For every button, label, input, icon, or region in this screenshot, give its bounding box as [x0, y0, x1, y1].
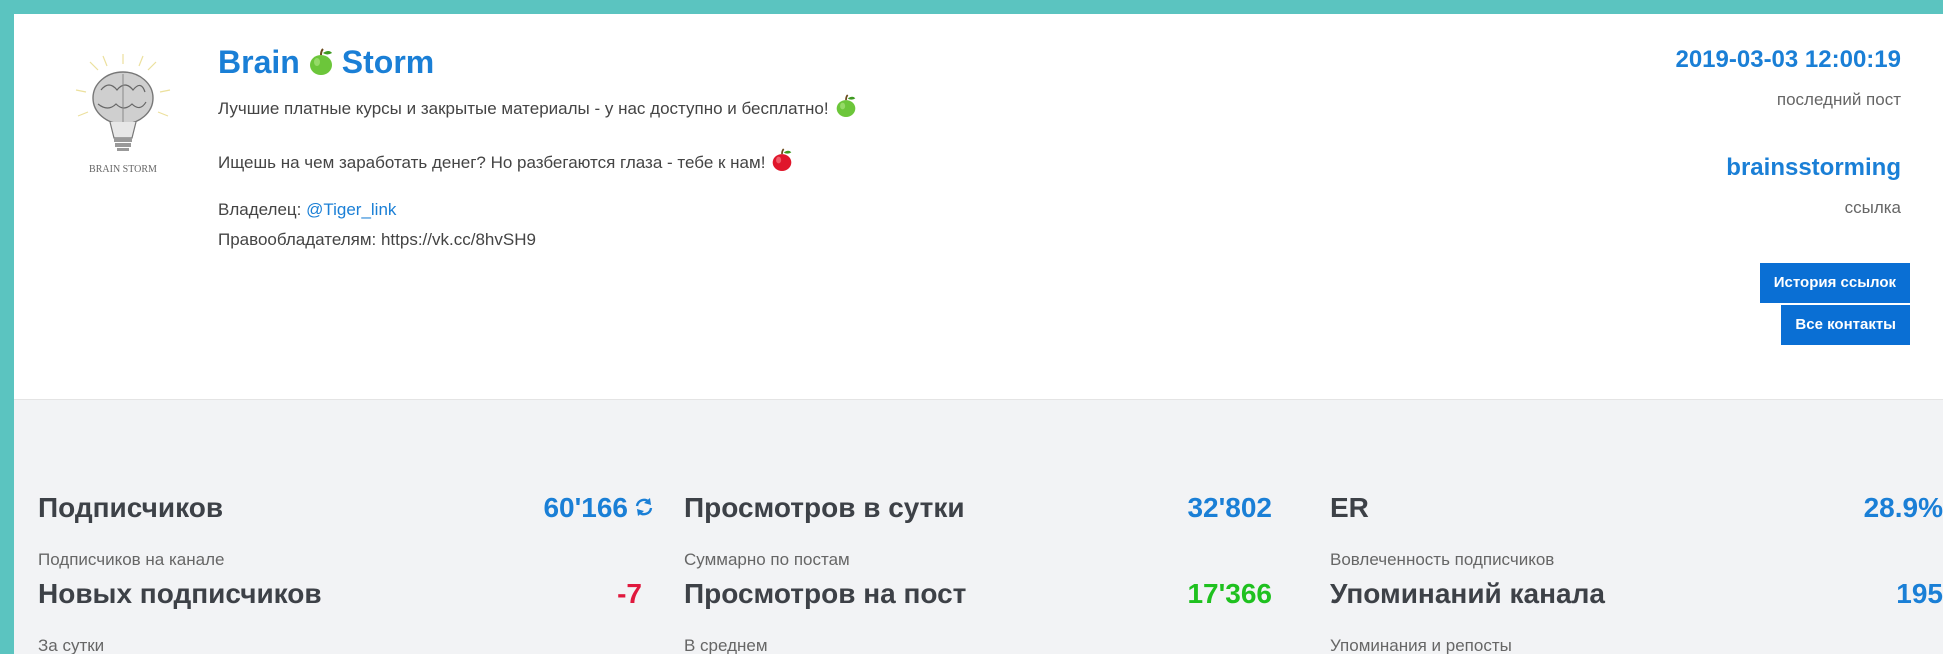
- stat-title: Просмотров в сутки: [684, 492, 965, 523]
- all-contacts-button[interactable]: Все контакты: [1781, 305, 1910, 345]
- last-post-date: 2019-03-03 12:00:19: [1675, 46, 1901, 73]
- description-line-1-text: Лучшие платные курсы и закрытые материал…: [218, 99, 829, 118]
- stat-subtitle: Упоминания и репосты: [1330, 636, 1512, 654]
- description-line-2: Ищешь на чем заработать денег? Но разбег…: [218, 148, 793, 177]
- stat-subtitle: Суммарно по постам: [684, 550, 850, 569]
- rights-line: Правообладателям: https://vk.cc/8hvSH9: [218, 230, 536, 249]
- stat-title: Новых подписчиков: [38, 578, 322, 609]
- stat-value: 17'366: [1187, 578, 1272, 609]
- channel-header: BRAIN STORM Brain Storm Лучшие платные ку…: [14, 14, 1943, 400]
- stat-subtitle: В среднем: [684, 636, 768, 654]
- owner-label: Владелец:: [218, 200, 302, 219]
- stat-subtitle: Подписчиков на канале: [38, 550, 225, 569]
- stat-value: 28.9%: [1863, 492, 1943, 523]
- channel-username-link[interactable]: brainsstorming: [1726, 154, 1901, 182]
- channel-title-part2: Storm: [341, 44, 435, 80]
- owner-link[interactable]: @Tiger_link: [306, 200, 396, 219]
- stat-subtitle: За сутки: [38, 636, 105, 654]
- stat-value: 60'166: [543, 492, 654, 524]
- link-history-button[interactable]: История ссылок: [1759, 263, 1910, 303]
- stat-title: Подписчиков: [38, 492, 224, 523]
- app-frame: BRAIN STORM Brain Storm Лучшие платные ку…: [14, 14, 1943, 654]
- description-line-2-text: Ищешь на чем заработать денег? Но разбег…: [218, 153, 766, 172]
- stat-title: Просмотров на пост: [684, 578, 967, 609]
- stat-value: 32'802: [1187, 492, 1272, 523]
- green-apple-icon: [835, 94, 857, 123]
- lightbulb-brain-icon: BRAIN STORM: [75, 54, 171, 175]
- subscribers-count: 60'166: [543, 492, 628, 523]
- stat-value: -7: [617, 578, 642, 609]
- stat-title: Упоминаний канала: [1330, 578, 1605, 609]
- stat-title: ER: [1330, 492, 1369, 523]
- green-apple-icon: [308, 47, 334, 84]
- stats-panel: Подписчиков Подписчиков на канале 60'166…: [14, 400, 1943, 654]
- channel-title[interactable]: Brain Storm: [218, 44, 434, 84]
- channel-title-part1: Brain: [218, 44, 300, 80]
- description-line-1: Лучшие платные курсы и закрытые материал…: [218, 94, 857, 123]
- link-label: ссылка: [1844, 198, 1901, 217]
- last-post-label: последний пост: [1776, 90, 1901, 109]
- logo-text: BRAIN STORM: [89, 164, 157, 175]
- stat-value: 195: [1896, 578, 1943, 609]
- owner-line: Владелец: @Tiger_link: [218, 200, 396, 220]
- red-apple-icon: [771, 148, 793, 177]
- refresh-icon[interactable]: [634, 492, 654, 524]
- stat-subtitle: Вовлеченность подписчиков: [1330, 550, 1555, 569]
